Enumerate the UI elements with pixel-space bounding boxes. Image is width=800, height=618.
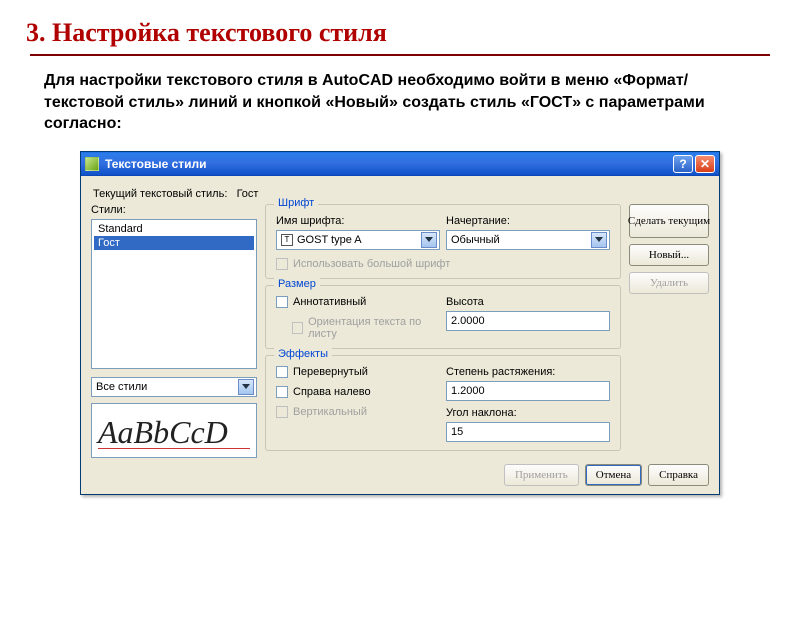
- cancel-button[interactable]: Отмена: [585, 464, 642, 486]
- annotative-checkbox[interactable]: Аннотативный: [276, 296, 366, 308]
- width-factor-input[interactable]: 1.2000: [446, 381, 610, 401]
- slide-body-text: Для настройки текстового стиля в AutoCAD…: [44, 70, 756, 135]
- list-item[interactable]: Гост: [94, 236, 254, 250]
- font-name-dropdown[interactable]: T GOST type A: [276, 230, 440, 250]
- size-group: Размер Аннотативный Ориентация текста по…: [265, 285, 621, 349]
- delete-style-button: Удалить: [629, 272, 709, 294]
- styles-filter-dropdown[interactable]: Все стили: [91, 377, 257, 397]
- slide-heading: 3. Настройка текстового стиля: [26, 18, 800, 48]
- text-styles-dialog: Текстовые стили ? ✕ Текущий текстовый ст…: [80, 151, 720, 495]
- new-style-button[interactable]: Новый...: [629, 244, 709, 266]
- styles-listbox[interactable]: Standard Гост: [91, 219, 257, 369]
- oblique-angle-input[interactable]: 15: [446, 422, 610, 442]
- help-button[interactable]: Справка: [648, 464, 709, 486]
- width-factor-label: Степень растяжения:: [446, 366, 610, 378]
- upside-down-checkbox[interactable]: Перевернутый: [276, 366, 440, 378]
- vertical-checkbox: Вертикальный: [276, 406, 440, 418]
- truetype-icon: T: [281, 234, 293, 246]
- oblique-angle-label: Угол наклона:: [446, 407, 610, 419]
- big-font-checkbox: Использовать большой шрифт: [276, 258, 450, 270]
- font-style-label: Начертание:: [446, 215, 610, 227]
- list-item[interactable]: Standard: [94, 222, 254, 236]
- help-icon[interactable]: ?: [673, 155, 693, 173]
- style-preview: AaBbCcD: [91, 403, 257, 458]
- apply-button: Применить: [504, 464, 579, 486]
- font-style-dropdown[interactable]: Обычный: [446, 230, 610, 250]
- dialog-title: Текстовые стили: [105, 157, 207, 171]
- close-icon[interactable]: ✕: [695, 155, 715, 173]
- height-label: Высота: [446, 296, 610, 308]
- font-name-label: Имя шрифта:: [276, 215, 440, 227]
- heading-rule: [30, 54, 770, 56]
- chevron-down-icon[interactable]: [238, 379, 254, 395]
- height-input[interactable]: 2.0000: [446, 311, 610, 331]
- app-icon: [85, 157, 99, 171]
- styles-label: Стили:: [91, 204, 257, 216]
- rtl-checkbox[interactable]: Справа налево: [276, 386, 440, 398]
- font-group: Шрифт Имя шрифта: T GOST type A Начертан…: [265, 204, 621, 279]
- chevron-down-icon[interactable]: [591, 232, 607, 248]
- chevron-down-icon[interactable]: [421, 232, 437, 248]
- current-style-line: Текущий текстовый стиль: Гост: [93, 188, 709, 200]
- effects-group: Эффекты Перевернутый Справа налево Верти…: [265, 355, 621, 451]
- orient-checkbox: Ориентация текста по листу: [292, 316, 440, 340]
- dialog-titlebar[interactable]: Текстовые стили ? ✕: [81, 152, 719, 176]
- set-current-button[interactable]: Сделать текущим: [629, 204, 709, 238]
